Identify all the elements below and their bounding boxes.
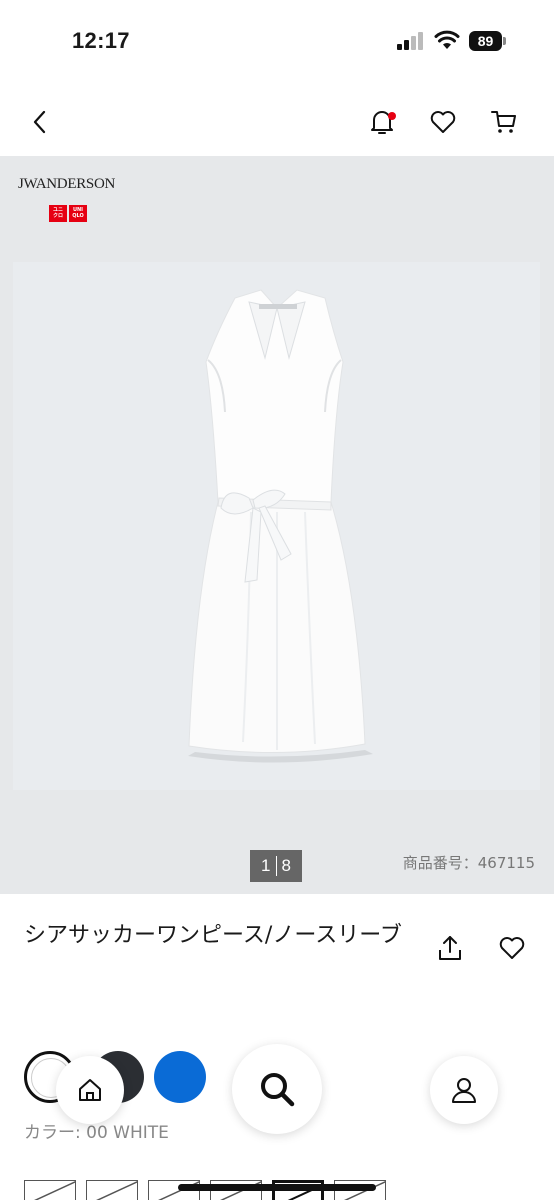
share-icon [439,936,461,960]
heart-icon [430,111,456,133]
cart-icon [491,111,516,133]
home-button[interactable] [56,1056,124,1124]
share-button[interactable] [432,928,468,968]
product-image-carousel[interactable]: JWANDERSON ユニ クロ UNI QLO 1 8 商品番号：467115 [0,156,554,894]
cart-button[interactable] [484,100,524,144]
cellular-signal-icon [397,32,423,50]
back-button[interactable] [20,100,60,144]
notifications-button[interactable] [362,100,402,144]
color-swatch-blue[interactable] [154,1051,206,1103]
product-photo[interactable] [13,262,540,790]
home-icon [79,1079,101,1101]
app-header [0,90,554,156]
product-number: 商品番号：467115 [402,854,535,872]
image-pager: 1 8 [250,850,302,882]
product-title: シアサッカーワンピース/ノースリーブ [24,923,402,948]
battery-icon: 89 [469,31,507,51]
notification-dot [388,112,396,120]
search-button[interactable] [232,1044,322,1134]
pager-current: 1 [261,856,271,875]
dress-image [188,289,373,763]
heart-icon [499,937,525,959]
status-bar: 12:17 89 [0,0,554,84]
wifi-icon [434,30,460,49]
user-icon [452,1078,476,1103]
account-button[interactable] [430,1056,498,1124]
collab-brand-name: JWANDERSON [18,176,116,192]
size-option[interactable] [24,1180,76,1200]
pager-total: 8 [281,856,291,875]
search-icon [261,1073,295,1107]
home-indicator [178,1184,376,1191]
uniqlo-logo: ユニ クロ UNI QLO [49,205,89,222]
size-option[interactable] [86,1180,138,1200]
status-time: 12:17 [72,28,130,53]
favorite-button[interactable] [494,928,530,968]
wishlist-button[interactable] [423,100,463,144]
battery-level: 89 [469,31,502,51]
chevron-left-icon [33,110,46,134]
